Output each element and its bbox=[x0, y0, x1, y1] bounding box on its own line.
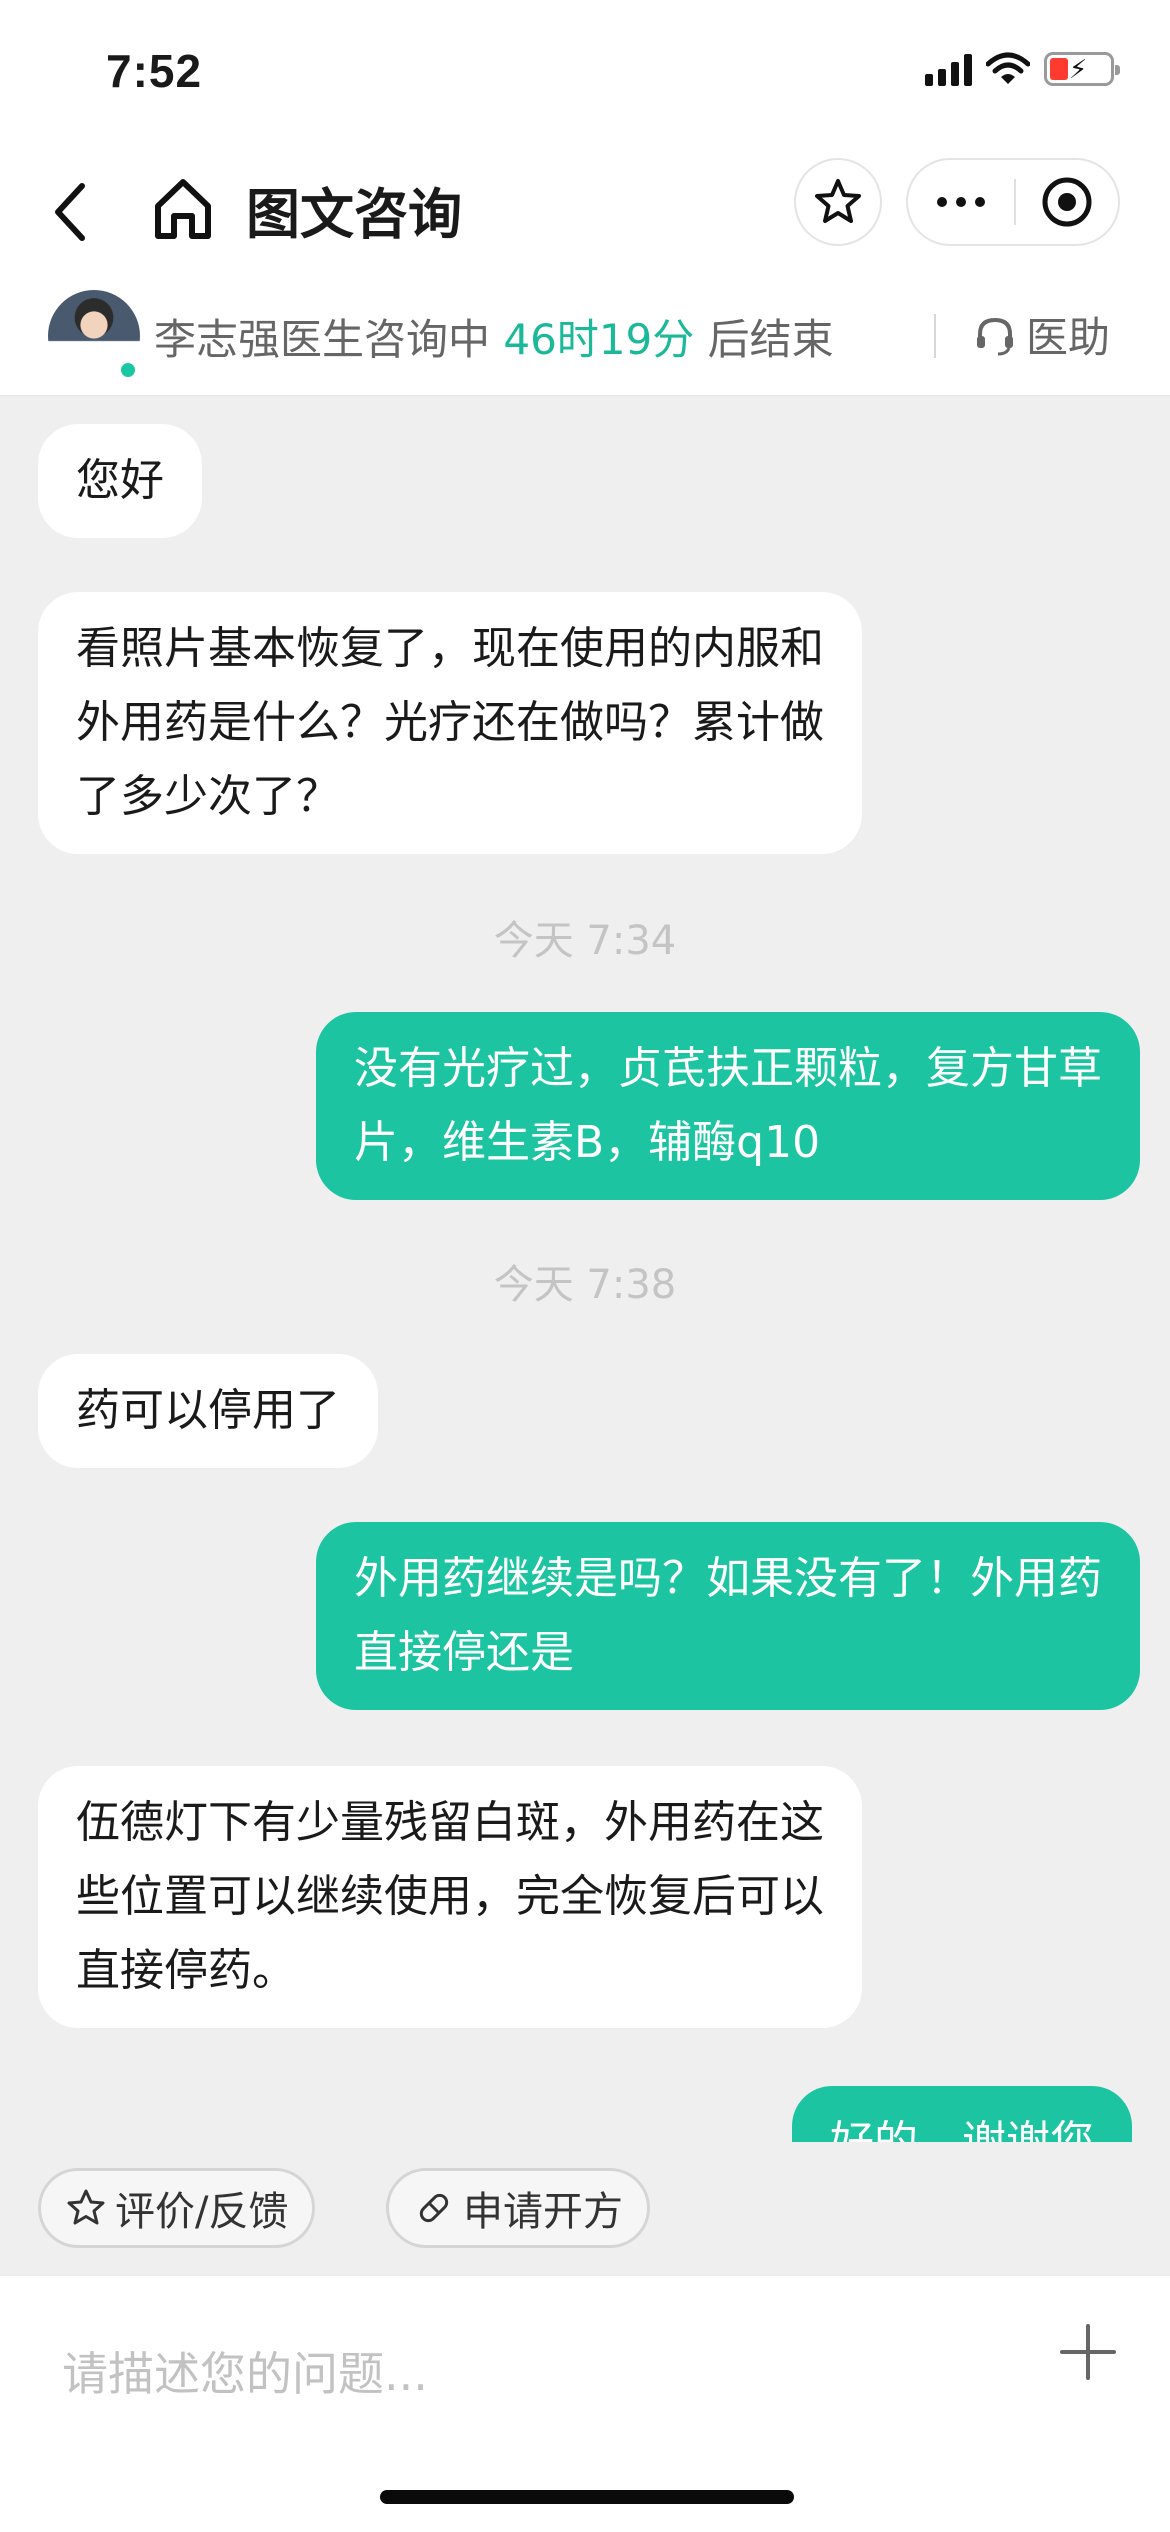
assistant-label: 医助 bbox=[1026, 313, 1111, 362]
doctor-message: 您好 bbox=[38, 424, 202, 538]
more-icon[interactable] bbox=[908, 197, 1014, 207]
home-indicator bbox=[380, 2490, 794, 2504]
pill-icon bbox=[419, 2193, 449, 2223]
page-title: 图文咨询 bbox=[246, 183, 462, 246]
message-line: 直接停药。 bbox=[76, 1945, 296, 1996]
assistant-button[interactable]: 医助 bbox=[972, 304, 1110, 365]
patient-message: 好的，谢谢您 bbox=[792, 2086, 1132, 2142]
mini-program-capsule bbox=[906, 158, 1120, 246]
message-timestamp: 今天 7:34 bbox=[493, 918, 677, 964]
status-time: 7:52 bbox=[106, 45, 203, 97]
star-icon bbox=[815, 179, 861, 223]
doctor-status-suffix: 后结束 bbox=[707, 315, 834, 364]
message-text: 药可以停用了 bbox=[76, 1385, 340, 1436]
message-input-bar bbox=[0, 2276, 1170, 2532]
message-line: 外用药是什么？光疗还在做吗？累计做 bbox=[76, 697, 824, 748]
navigation-header: 图文咨询 bbox=[0, 150, 1170, 278]
doctor-message: 药可以停用了 bbox=[38, 1354, 378, 1468]
message-line: 没有光疗过，贞芪扶正颗粒，复方甘草 bbox=[354, 1043, 1102, 1094]
review-feedback-button[interactable]: 评价/反馈 bbox=[38, 2168, 316, 2248]
star-icon bbox=[67, 2189, 105, 2225]
battery-icon: ⚡ bbox=[1044, 52, 1120, 86]
message-line: 片，维生素B，辅酶q10 bbox=[354, 1117, 821, 1168]
message-line: 看照片基本恢复了，现在使用的内服和 bbox=[76, 623, 824, 674]
message-timestamp: 今天 7:38 bbox=[493, 1262, 677, 1308]
message-input[interactable] bbox=[62, 2334, 962, 2414]
request-prescription-button[interactable]: 申请开方 bbox=[386, 2168, 650, 2248]
back-icon[interactable] bbox=[44, 172, 104, 252]
close-target-icon[interactable] bbox=[1016, 174, 1118, 230]
message-line: 了多少次了？ bbox=[76, 771, 340, 822]
wifi-icon bbox=[986, 52, 1030, 84]
online-indicator bbox=[118, 360, 138, 380]
message-line: 外用药继续是吗？如果没有了！外用药 bbox=[354, 1553, 1102, 1604]
doctor-message: 伍德灯下有少量残留白斑，外用药在这 些位置可以继续使用，完全恢复后可以 直接停药… bbox=[38, 1766, 862, 2028]
status-bar: 7:52 ⚡ bbox=[0, 0, 1170, 150]
consultation-status: 李志强医生咨询中 46时19分 后结束 bbox=[154, 306, 834, 367]
time-left: 46时19分 bbox=[503, 315, 695, 364]
chat-message-list[interactable]: 您好 看照片基本恢复了，现在使用的内服和 外用药是什么？光疗还在做吗？累计做 了… bbox=[0, 396, 1170, 2142]
patient-message: 外用药继续是吗？如果没有了！外用药 直接停还是 bbox=[316, 1522, 1140, 1710]
message-line: 伍德灯下有少量残留白斑，外用药在这 bbox=[76, 1797, 824, 1848]
message-line: 直接停还是 bbox=[354, 1627, 574, 1678]
patient-message: 没有光疗过，贞芪扶正颗粒，复方甘草 片，维生素B，辅酶q10 bbox=[316, 1012, 1140, 1200]
plus-icon[interactable] bbox=[1056, 2320, 1120, 2384]
message-line: 些位置可以继续使用，完全恢复后可以 bbox=[76, 1871, 824, 1922]
favorite-button[interactable] bbox=[794, 158, 882, 246]
quick-actions-bar: 评价/反馈 申请开方 bbox=[0, 2142, 1170, 2276]
message-text: 好的，谢谢您 bbox=[830, 2117, 1094, 2142]
headset-icon bbox=[977, 317, 1013, 355]
doctor-message: 看照片基本恢复了，现在使用的内服和 外用药是什么？光疗还在做吗？累计做 了多少次… bbox=[38, 592, 862, 854]
doctor-status-bar: 李志强医生咨询中 46时19分 后结束 医助 bbox=[0, 278, 1170, 396]
message-text: 您好 bbox=[76, 455, 164, 506]
status-icons: ⚡ bbox=[925, 52, 1120, 86]
signal-icon bbox=[925, 52, 972, 86]
request-prescription-label: 申请开方 bbox=[463, 2189, 623, 2235]
review-feedback-label: 评价/反馈 bbox=[115, 2189, 289, 2235]
home-icon[interactable] bbox=[148, 174, 218, 244]
doctor-status-prefix: 李志强医生咨询中 bbox=[154, 315, 491, 364]
